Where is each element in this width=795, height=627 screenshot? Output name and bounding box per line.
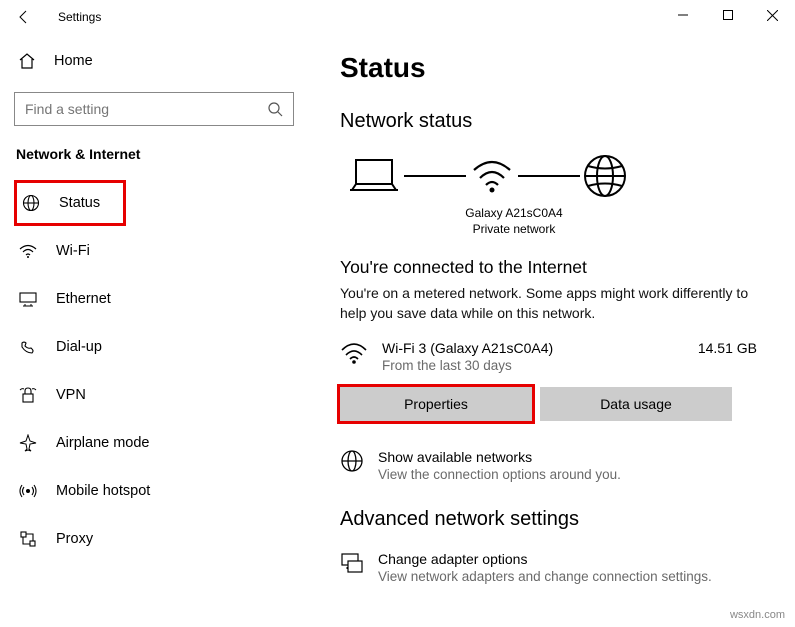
dialup-icon <box>18 338 38 356</box>
available-title: Show available networks <box>378 449 621 465</box>
titlebar: Settings <box>0 0 795 34</box>
close-button[interactable] <box>750 0 795 30</box>
adapter-icon <box>340 551 364 584</box>
watermark: wsxdn.com <box>730 609 785 621</box>
wifi-signal-icon <box>340 340 368 366</box>
sidebar: Home Network & Internet Status Wi-Fi <box>0 34 308 627</box>
router-type: Private network <box>436 221 592 237</box>
connected-title: You're connected to the Internet <box>340 257 769 278</box>
page-title: Status <box>340 52 769 84</box>
sidebar-item-label: Dial-up <box>56 339 102 355</box>
wifi-usage: 14.51 GB <box>698 340 769 356</box>
router-name: Galaxy A21sC0A4 <box>436 205 592 221</box>
sidebar-item-label: Airplane mode <box>56 435 150 451</box>
airplane-icon <box>18 434 38 452</box>
sidebar-item-status[interactable]: Status <box>14 180 126 226</box>
diagram-label: Galaxy A21sC0A4 Private network <box>436 205 592 237</box>
data-usage-button[interactable]: Data usage <box>540 387 732 421</box>
sidebar-item-wifi[interactable]: Wi-Fi <box>14 228 294 274</box>
proxy-icon <box>18 530 38 548</box>
connection-line <box>404 175 466 177</box>
globe-small-icon <box>340 449 364 482</box>
network-status-heading: Network status <box>340 110 769 133</box>
sidebar-item-vpn[interactable]: VPN <box>14 372 294 418</box>
sidebar-item-label: Mobile hotspot <box>56 483 150 499</box>
home-label: Home <box>54 53 93 69</box>
connected-description: You're on a metered network. Some apps m… <box>340 284 769 323</box>
advanced-heading: Advanced network settings <box>340 508 769 531</box>
sidebar-item-proxy[interactable]: Proxy <box>14 516 294 562</box>
hotspot-icon <box>18 482 38 500</box>
maximize-button[interactable] <box>705 0 750 30</box>
sidebar-item-ethernet[interactable]: Ethernet <box>14 276 294 322</box>
available-networks-row[interactable]: Show available networks View the connect… <box>340 449 769 482</box>
wifi-connection-row: Wi-Fi 3 (Galaxy A21sC0A4) From the last … <box>340 340 769 373</box>
button-row: Properties Data usage <box>340 387 769 421</box>
back-button[interactable] <box>14 9 34 25</box>
search-box[interactable] <box>14 92 294 126</box>
window-title: Settings <box>58 10 101 24</box>
sidebar-item-label: Status <box>59 195 100 211</box>
sidebar-item-label: Wi-Fi <box>56 243 90 259</box>
wifi-name: Wi-Fi 3 (Galaxy A21sC0A4) <box>382 340 684 356</box>
sidebar-item-label: Ethernet <box>56 291 111 307</box>
search-icon <box>267 101 283 117</box>
sidebar-item-hotspot[interactable]: Mobile hotspot <box>14 468 294 514</box>
wifi-router-icon <box>468 156 516 196</box>
globe-icon <box>21 194 41 212</box>
wifi-icon <box>18 242 38 260</box>
laptop-icon <box>346 156 402 196</box>
ethernet-icon <box>18 290 38 308</box>
adapter-title: Change adapter options <box>378 551 712 567</box>
adapter-options-row[interactable]: Change adapter options View network adap… <box>340 551 769 584</box>
globe-internet-icon <box>582 153 628 199</box>
sidebar-section-heading: Network & Internet <box>14 146 294 162</box>
window-controls <box>660 0 795 30</box>
connection-line <box>518 175 580 177</box>
main-content: Status Network status Galaxy A21sC0A4 Pr… <box>308 34 795 627</box>
home-icon <box>18 52 36 70</box>
search-input[interactable] <box>25 101 267 117</box>
sidebar-item-airplane[interactable]: Airplane mode <box>14 420 294 466</box>
properties-button[interactable]: Properties <box>340 387 532 421</box>
sidebar-item-label: Proxy <box>56 531 93 547</box>
home-nav[interactable]: Home <box>14 42 294 80</box>
adapter-sub: View network adapters and change connect… <box>378 569 712 584</box>
network-diagram <box>340 153 769 199</box>
vpn-icon <box>18 386 38 404</box>
minimize-button[interactable] <box>660 0 705 30</box>
sidebar-item-label: VPN <box>56 387 86 403</box>
wifi-sub: From the last 30 days <box>382 358 684 373</box>
available-sub: View the connection options around you. <box>378 467 621 482</box>
sidebar-item-dialup[interactable]: Dial-up <box>14 324 294 370</box>
